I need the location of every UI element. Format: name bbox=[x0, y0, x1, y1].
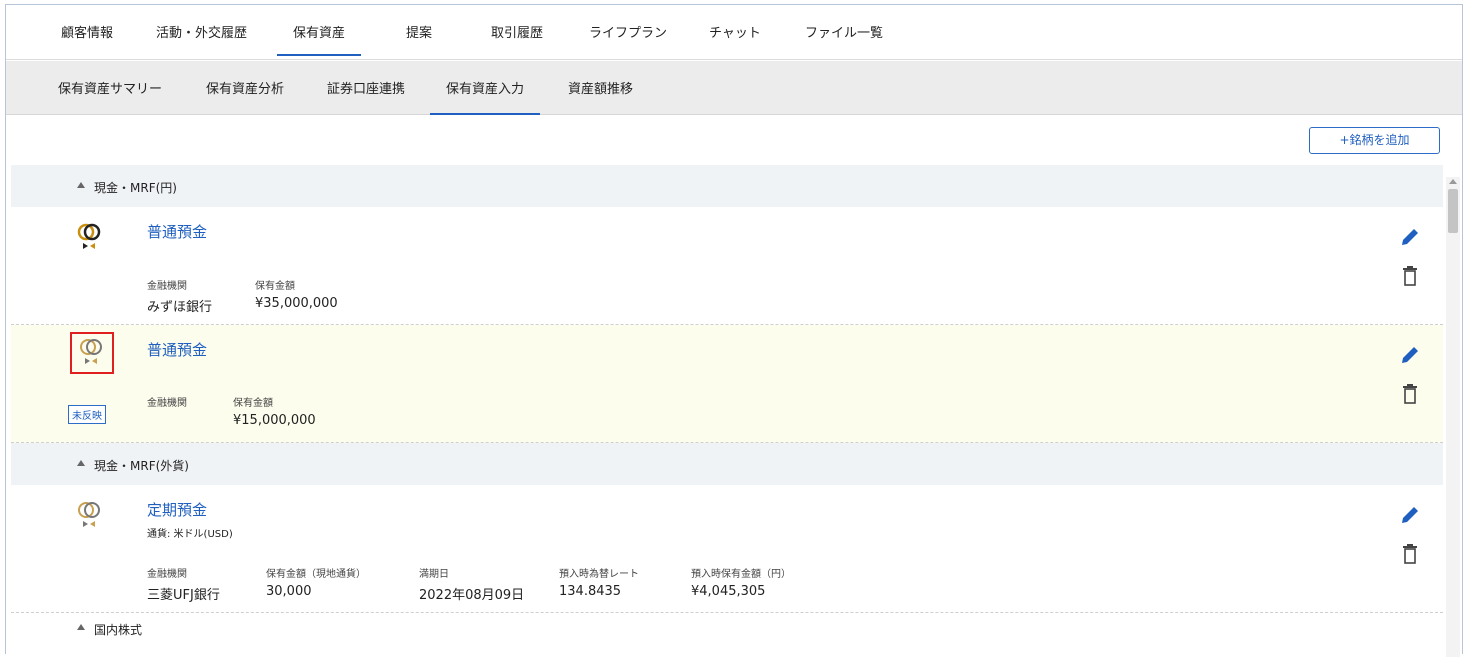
currency-label: 通貨: 米ドル(USD) bbox=[147, 529, 233, 540]
category-header-cash-jpy[interactable]: 現金・MRF(円) bbox=[11, 165, 1443, 207]
tab-activity-history[interactable]: 活動・外交履歴 bbox=[156, 22, 247, 41]
field-value: ¥35,000,000 bbox=[255, 296, 338, 311]
status-badge: 未反映 bbox=[68, 405, 106, 424]
category-label: 現金・MRF(円) bbox=[94, 181, 177, 195]
vertical-scrollbar[interactable] bbox=[1446, 177, 1460, 657]
holding-item: 定期預金 通貨: 米ドル(USD) 金融機関 保有金額（現地通貨） 満期日 預入… bbox=[11, 485, 1443, 613]
field-value: ¥15,000,000 bbox=[233, 413, 316, 428]
collapse-arrow-icon bbox=[77, 182, 85, 188]
field-label: 預入時為替レート bbox=[559, 569, 639, 580]
field-label: 金融機関 bbox=[147, 569, 187, 580]
tab-holdings[interactable]: 保有資産 bbox=[276, 22, 362, 56]
category-label: 現金・MRF(外貨) bbox=[94, 459, 189, 473]
field-value: 三菱UFJ銀行 bbox=[147, 588, 220, 603]
tab-transaction-history[interactable]: 取引履歴 bbox=[491, 22, 543, 41]
holding-item-pending: 普通預金 金融機関 保有金額 ¥15,000,000 未反映 bbox=[11, 325, 1443, 443]
collapse-arrow-icon bbox=[77, 460, 85, 466]
field-value: みずほ銀行 bbox=[147, 300, 213, 315]
collapse-arrow-icon bbox=[77, 624, 85, 630]
edit-pencil-icon[interactable] bbox=[1399, 504, 1421, 526]
primary-tabs: 顧客情報 活動・外交履歴 保有資産 提案 取引履歴 ライフプラン チャット ファ… bbox=[6, 5, 1462, 60]
field-label: 金融機関 bbox=[147, 398, 187, 409]
tab-life-plan[interactable]: ライフプラン bbox=[589, 22, 667, 41]
holding-name[interactable]: 普通預金 bbox=[147, 221, 207, 242]
field-label: 預入時保有金額（円） bbox=[691, 569, 791, 580]
trash-icon[interactable] bbox=[1400, 265, 1420, 287]
scroll-up-arrow-icon[interactable] bbox=[1449, 179, 1457, 184]
field-label: 金融機関 bbox=[147, 281, 187, 292]
holding-item: 普通預金 金融機関 保有金額 みずほ銀行 ¥35,000,000 bbox=[11, 207, 1443, 325]
tab-holdings-analysis[interactable]: 保有資産分析 bbox=[206, 78, 284, 97]
holding-name[interactable]: 普通預金 bbox=[147, 339, 207, 360]
tab-securities-link[interactable]: 証券口座連携 bbox=[327, 78, 405, 97]
field-label: 保有金額（現地通貨） bbox=[266, 569, 366, 580]
app-frame: 顧客情報 活動・外交履歴 保有資産 提案 取引履歴 ライフプラン チャット ファ… bbox=[5, 4, 1463, 657]
category-header-domestic-stock[interactable]: 国内株式 bbox=[11, 613, 1443, 655]
field-label: 保有金額 bbox=[255, 281, 295, 292]
tab-chat[interactable]: チャット bbox=[709, 22, 761, 41]
field-value: 30,000 bbox=[266, 584, 312, 599]
tab-proposal[interactable]: 提案 bbox=[406, 22, 432, 41]
tab-file-list[interactable]: ファイル一覧 bbox=[805, 22, 883, 41]
bank-logo-icon bbox=[77, 223, 101, 249]
edit-pencil-icon[interactable] bbox=[1399, 344, 1421, 366]
tab-holdings-summary[interactable]: 保有資産サマリー bbox=[58, 78, 162, 97]
field-label: 満期日 bbox=[419, 569, 449, 580]
edit-pencil-icon[interactable] bbox=[1399, 226, 1421, 248]
trash-icon[interactable] bbox=[1400, 543, 1420, 565]
field-value: 2022年08月09日 bbox=[419, 588, 525, 603]
field-value: 134.8435 bbox=[559, 584, 622, 599]
field-label: 保有金額 bbox=[233, 398, 273, 409]
category-label: 国内株式 bbox=[94, 623, 143, 637]
scrollbar-thumb[interactable] bbox=[1448, 189, 1458, 233]
category-header-cash-fx[interactable]: 現金・MRF(外貨) bbox=[11, 443, 1443, 485]
bank-logo-icon bbox=[80, 339, 102, 364]
bank-logo-highlight bbox=[70, 332, 114, 374]
holding-name[interactable]: 定期預金 bbox=[147, 499, 207, 520]
trash-icon[interactable] bbox=[1400, 383, 1420, 405]
add-security-button[interactable]: +銘柄を追加 bbox=[1309, 127, 1440, 154]
tab-holdings-input[interactable]: 保有資産入力 bbox=[429, 78, 541, 115]
tab-customer-info[interactable]: 顧客情報 bbox=[61, 22, 113, 41]
holdings-list: 現金・MRF(円) 普通預金 金融機関 保有金額 みずほ銀行 ¥35,000,0… bbox=[11, 165, 1443, 655]
tab-asset-trend[interactable]: 資産額推移 bbox=[568, 78, 633, 97]
field-value: ¥4,045,305 bbox=[691, 584, 766, 599]
secondary-tabs: 保有資産サマリー 保有資産分析 証券口座連携 保有資産入力 資産額推移 bbox=[6, 61, 1462, 115]
bank-logo-icon bbox=[78, 502, 100, 527]
